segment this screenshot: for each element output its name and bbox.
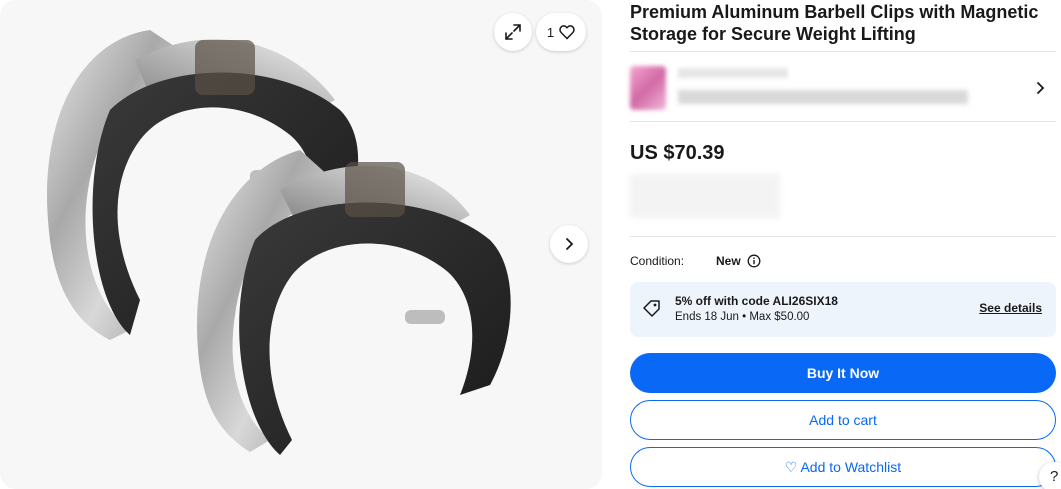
price-details-redacted bbox=[630, 174, 780, 218]
front-clip bbox=[196, 150, 511, 455]
heart-icon bbox=[559, 24, 575, 40]
watchlist-label: Add to Watchlist bbox=[800, 459, 902, 475]
add-to-cart-button[interactable]: Add to cart bbox=[630, 400, 1056, 440]
seller-details-redacted bbox=[678, 90, 968, 104]
see-details-link[interactable]: See details bbox=[979, 301, 1042, 315]
coupon-title: 5% off with code ALI26SIX18 bbox=[675, 294, 838, 308]
favorite-button[interactable]: 1 bbox=[536, 13, 586, 51]
expand-icon bbox=[505, 24, 521, 40]
product-title: Premium Aluminum Barbell Clips with Magn… bbox=[630, 2, 1039, 44]
condition-value: New bbox=[716, 254, 741, 268]
chevron-right-icon bbox=[566, 238, 574, 250]
product-gallery: 1 bbox=[0, 0, 602, 489]
add-to-watchlist-button[interactable]: ♡ Add to Watchlist bbox=[630, 447, 1056, 487]
condition-label: Condition: bbox=[630, 254, 685, 268]
divider bbox=[630, 51, 1056, 52]
condition-row: Condition: New bbox=[630, 254, 761, 268]
expand-image-button[interactable] bbox=[494, 13, 532, 51]
product-info-panel: Premium Aluminum Barbell Clips with Magn… bbox=[630, 0, 1056, 487]
coupon-terms: Ends 18 Jun • Max $50.00 bbox=[675, 311, 810, 323]
divider bbox=[630, 121, 1056, 122]
seller-chevron-right-icon[interactable] bbox=[1034, 80, 1046, 96]
next-image-button[interactable] bbox=[550, 225, 588, 263]
product-price: US $70.39 bbox=[630, 142, 725, 164]
divider bbox=[630, 236, 1056, 237]
tag-icon bbox=[643, 300, 660, 317]
seller-avatar bbox=[630, 66, 666, 110]
product-image bbox=[46, 30, 511, 455]
coupon-banner: 5% off with code ALI26SIX18 Ends 18 Jun … bbox=[630, 282, 1056, 337]
buy-it-now-button[interactable]: Buy It Now bbox=[630, 353, 1056, 393]
help-button[interactable]: ? bbox=[1039, 462, 1061, 489]
favorite-count: 1 bbox=[546, 24, 555, 40]
heart-outline-icon: ♡ bbox=[784, 458, 798, 475]
seller-name-redacted bbox=[678, 68, 788, 78]
info-icon[interactable] bbox=[747, 254, 761, 268]
